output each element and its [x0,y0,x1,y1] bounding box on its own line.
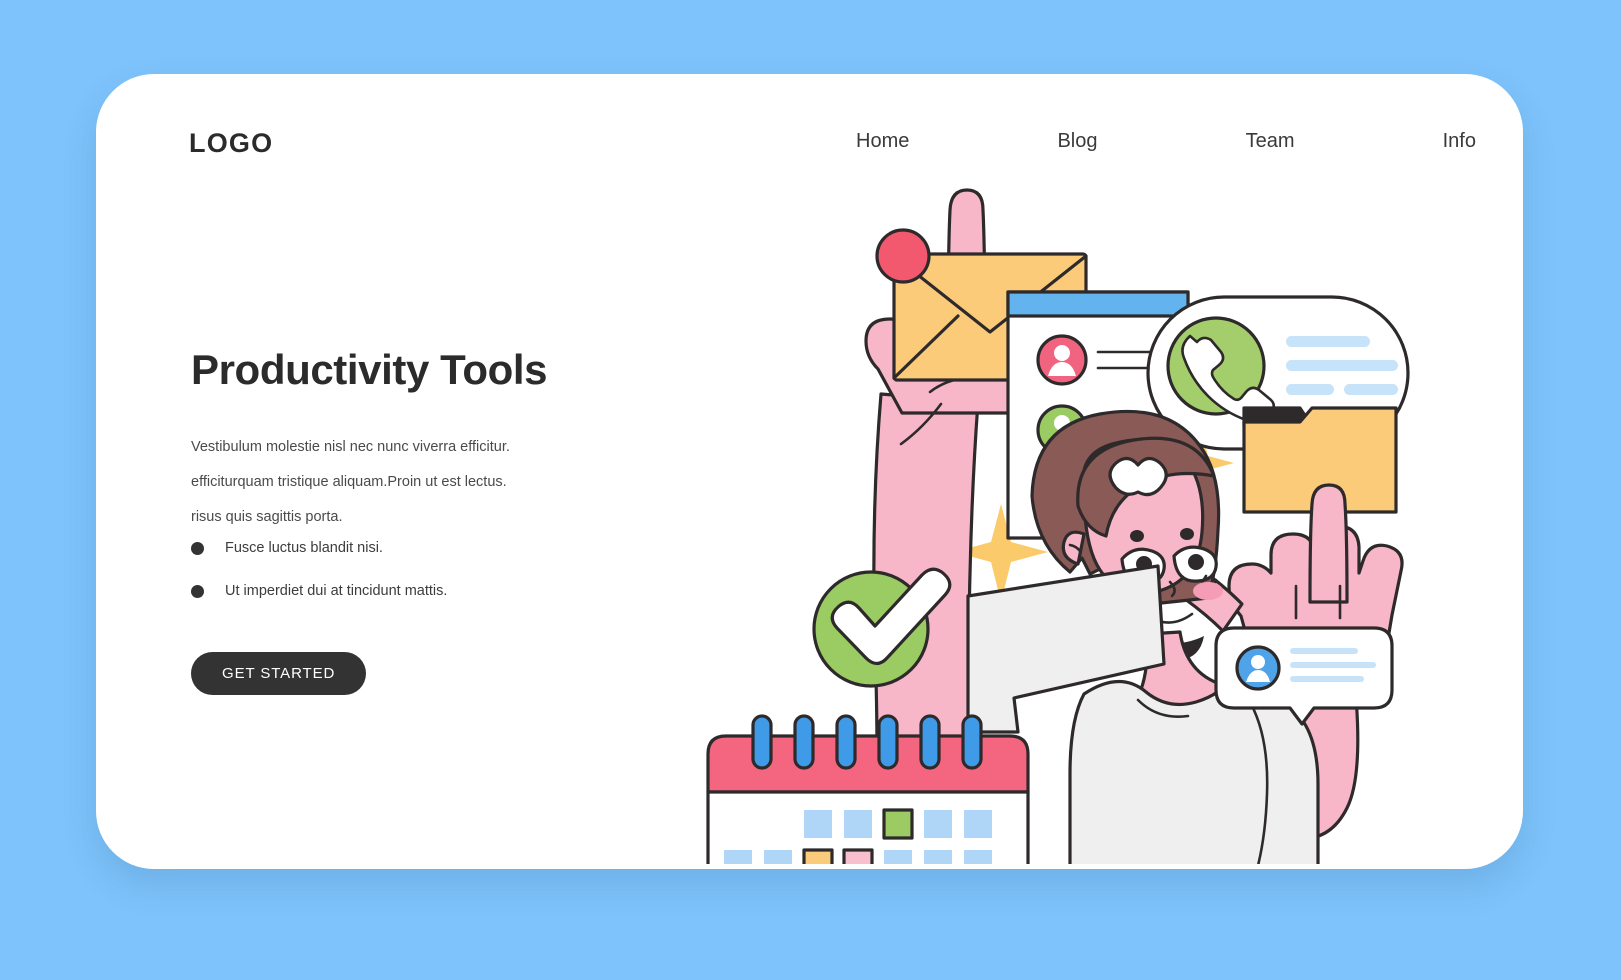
page-title: Productivity Tools [191,346,548,393]
hero-paragraph-2: efficiturquam tristique aliquam.Proin ut… [191,474,507,491]
get-started-button[interactable]: GET STARTED [191,652,367,695]
bullet-dot-icon [191,541,204,555]
hero-card: LOGO Home Blog Team Info Productivity To… [96,74,1523,869]
list-item-label: Ut imperdiet dui at tincidunt mattis. [225,583,448,599]
hero-description: Vestibulum molestie nisl nec nunc viverr… [191,438,521,543]
calendar-icon [706,714,1030,864]
logo[interactable]: LOGO [189,128,273,159]
hero-paragraph-1: Vestibulum molestie nisl nec nunc viverr… [191,439,510,455]
bullet-dot-icon [191,584,204,598]
list-item-label: Fusce luctus blandit nisi. [225,540,383,556]
hero-feature-list: Fusce luctus blandit nisi. Ut imperdiet … [191,540,447,626]
list-item: Ut imperdiet dui at tincidunt mattis. [191,583,447,599]
page-root: LOGO Home Blog Team Info Productivity To… [0,0,1621,980]
list-item: Fusce luctus blandit nisi. [191,540,447,556]
chat-bubble [1214,626,1394,726]
hero-illustration: .ol { stroke:#2E2A2B; stroke-width:3.2; … [696,104,1496,864]
hero-paragraph-3: risus quis sagittis porta. [191,509,343,526]
